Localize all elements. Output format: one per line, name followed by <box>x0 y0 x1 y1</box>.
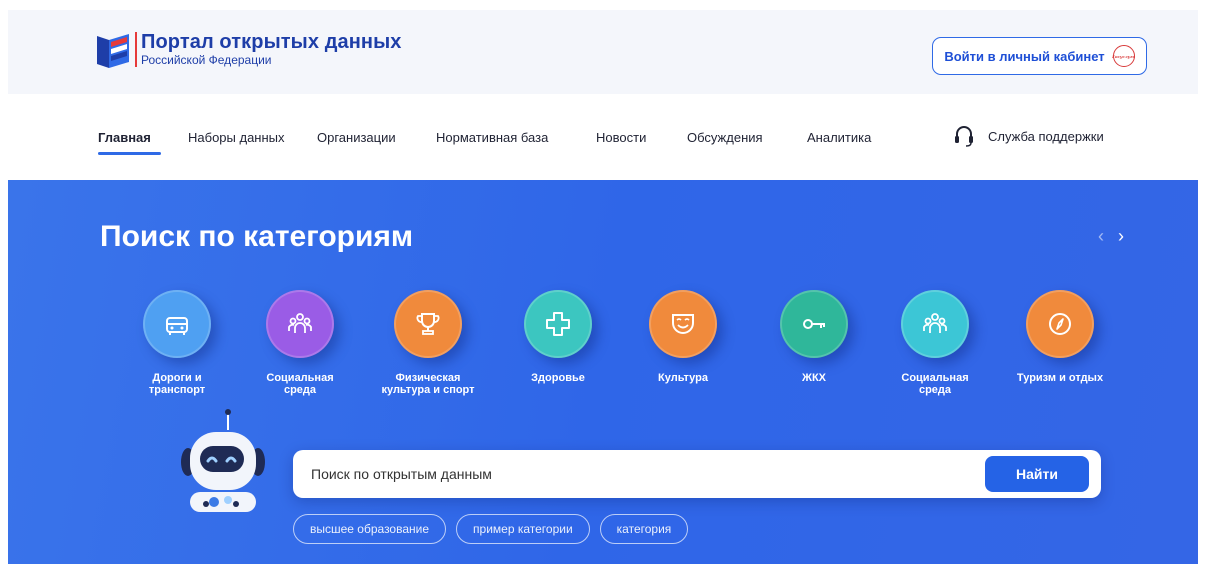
trophy-icon <box>416 313 440 335</box>
category-housing-utilities[interactable]: ЖКХ <box>749 290 879 384</box>
category-label: Социальная среда <box>901 372 969 396</box>
logo-title: Портал открытых данных <box>141 31 402 53</box>
category-search-hero: Поиск по категориям ‹ › Дороги и транспо… <box>8 180 1198 564</box>
login-button-label: Войти в личный кабинет <box>944 48 1105 64</box>
carousel-prev-button[interactable]: ‹ <box>1098 227 1104 245</box>
search-bar: Найти <box>293 450 1101 498</box>
category-culture[interactable]: Культура <box>618 290 748 384</box>
gosuslugi-icon: Госуслуги <box>1112 45 1136 67</box>
suggestion-chip[interactable]: пример категории <box>456 514 590 544</box>
nav-item-news[interactable]: Новости <box>596 130 646 145</box>
login-button[interactable]: Войти в личный кабинет Госуслуги <box>932 37 1147 75</box>
category-health[interactable]: Здоровье <box>493 290 623 384</box>
nav-active-indicator <box>98 152 161 155</box>
category-social-environment-2[interactable]: Социальная среда <box>870 290 1000 396</box>
car-icon <box>166 317 188 335</box>
logo-book-icon <box>97 34 129 68</box>
search-input[interactable] <box>311 450 951 498</box>
suggestion-chip[interactable]: категория <box>599 514 689 544</box>
carousel-next-button[interactable]: › <box>1118 227 1124 245</box>
category-label: Физическая культура и спорт <box>381 372 475 396</box>
portal-logo[interactable]: Портал открытых данных Российской Федера… <box>95 30 401 70</box>
category-label: Туризм и отдых <box>1016 372 1104 384</box>
main-nav: Главная Наборы данных Организации Нормат… <box>8 94 1198 178</box>
category-label: ЖКХ <box>802 372 826 384</box>
site-header: Портал открытых данных Российской Федера… <box>8 10 1198 94</box>
nav-item-organizations[interactable]: Организации <box>317 130 396 145</box>
nav-item-discussions[interactable]: Обсуждения <box>687 130 763 145</box>
category-social-environment[interactable]: Социальная среда <box>235 290 365 396</box>
nav-item-home[interactable]: Главная <box>98 130 151 145</box>
support-link[interactable]: Служба поддержки <box>954 124 1104 148</box>
nav-item-analytics[interactable]: Аналитика <box>807 130 871 145</box>
search-button[interactable]: Найти <box>985 456 1089 492</box>
key-icon <box>803 319 825 329</box>
category-physical-culture-sport[interactable]: Физическая культура и спорт <box>363 290 493 396</box>
category-roads-transport[interactable]: Дороги и транспорт <box>112 290 242 396</box>
people-icon <box>288 313 312 333</box>
category-tourism-leisure[interactable]: Туризм и отдых <box>995 290 1125 384</box>
robot-mascot-icon <box>181 409 265 512</box>
gosuslugi-badge-text: Госуслуги <box>1112 53 1136 59</box>
suggestion-chip[interactable]: высшее образование <box>293 514 447 544</box>
logo-subtitle: Российской Федерации <box>141 53 272 67</box>
headset-icon <box>955 126 973 147</box>
hero-title: Поиск по категориям <box>100 220 414 253</box>
category-label: Дороги и транспорт <box>148 372 206 396</box>
nav-item-regulations[interactable]: Нормативная база <box>436 130 548 145</box>
medical-cross-icon <box>546 312 570 336</box>
carousel-arrows: ‹ › <box>1098 227 1124 245</box>
search-suggestions: высшее образование пример категории кате… <box>293 514 689 544</box>
compass-icon <box>1049 313 1071 335</box>
people-icon <box>923 313 947 333</box>
category-label: Социальная среда <box>266 372 334 396</box>
support-label: Служба поддержки <box>988 128 1104 144</box>
theater-mask-icon <box>672 314 694 334</box>
category-label: Здоровье <box>531 372 585 384</box>
nav-item-datasets[interactable]: Наборы данных <box>188 130 285 145</box>
category-label: Культура <box>658 372 708 384</box>
